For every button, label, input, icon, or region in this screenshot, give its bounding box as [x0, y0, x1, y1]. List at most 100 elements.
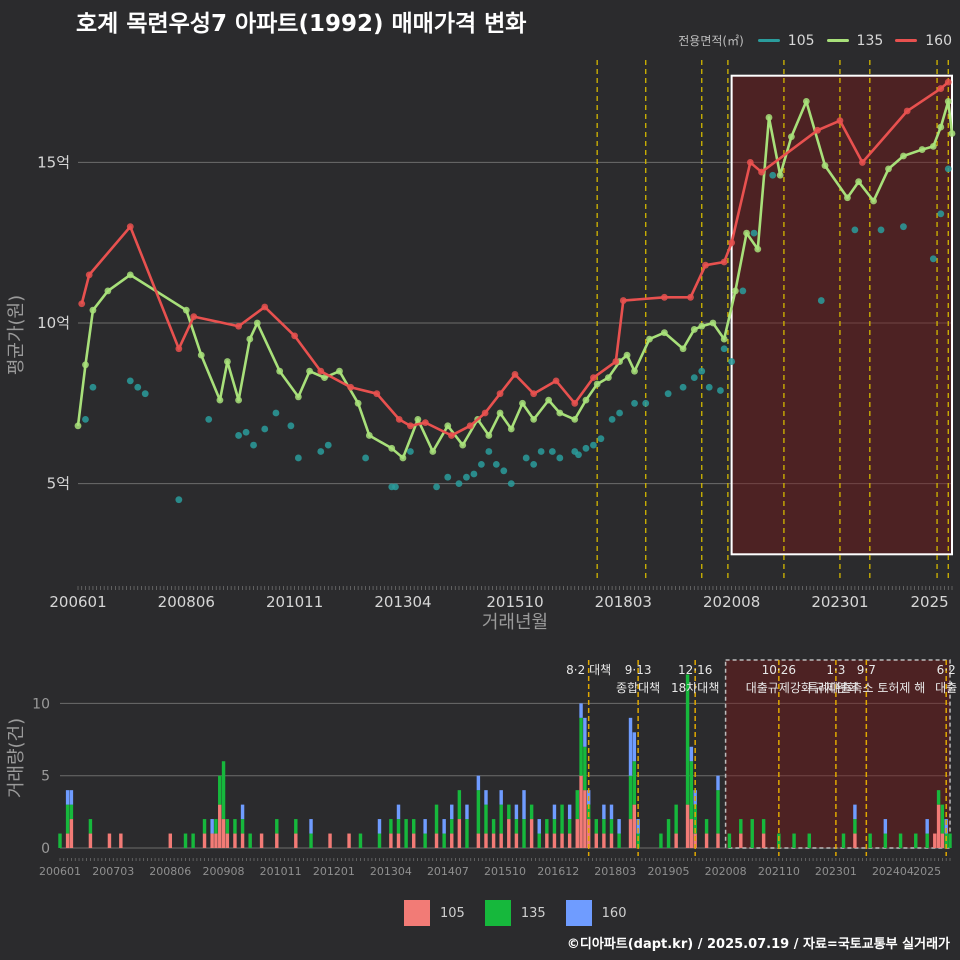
bar-legend-item-105: 105	[404, 900, 465, 926]
volume-bar-135	[58, 833, 62, 848]
volume-bar-135	[853, 819, 857, 834]
data-point-160	[126, 223, 134, 231]
volume-bar-105	[583, 790, 587, 848]
annotation-label: 8·2 대책	[566, 662, 611, 677]
volume-bar-135	[666, 819, 671, 848]
data-point-160	[347, 383, 355, 391]
annotation-sublabel: 18차대책	[671, 680, 719, 695]
data-point-160	[552, 377, 560, 385]
data-point-105	[698, 367, 706, 375]
volume-bar-105	[450, 833, 454, 848]
legend-swatch-160	[895, 39, 918, 42]
data-point-135	[929, 142, 937, 150]
volume-bar-105	[412, 833, 416, 848]
data-point-105	[485, 448, 493, 455]
volume-bar-105	[69, 819, 74, 848]
bar-legend-label-105: 105	[440, 905, 465, 921]
volume-bar-135	[545, 819, 549, 834]
data-point-135	[388, 444, 396, 452]
volume-bar-160	[476, 775, 481, 791]
data-point-105	[548, 448, 556, 455]
data-point-160	[78, 300, 86, 308]
data-point-105	[433, 483, 440, 491]
volume-bar-105	[552, 833, 557, 848]
data-point-135	[519, 399, 526, 407]
bar-x-tick-label: 201304	[370, 865, 412, 878]
data-point-135	[646, 335, 653, 343]
source-caption: ©디아파트(dapt.kr) / 2025.07.19 / 자료=국토교통부 실…	[566, 937, 950, 952]
data-point-105	[556, 454, 564, 462]
y-tick-label: 15억	[37, 153, 70, 171]
volume-bar-160	[210, 819, 214, 834]
volume-bar-160	[377, 819, 382, 834]
annotation-sublabel: 대출	[935, 681, 957, 695]
legend-label-160: 160	[925, 32, 952, 49]
data-point-105	[134, 383, 142, 391]
bar-y-tick-label: 5	[41, 769, 50, 785]
data-point-105	[507, 480, 515, 488]
volume-bar-135	[423, 833, 427, 848]
data-point-105	[582, 444, 590, 452]
data-point-160	[511, 371, 519, 378]
volume-bar-135	[434, 804, 439, 834]
data-point-160	[720, 258, 728, 266]
data-point-135	[399, 454, 407, 462]
volume-bar-105	[514, 833, 519, 848]
data-point-160	[317, 367, 325, 375]
bar-x-tick-label: 202404	[872, 865, 914, 878]
data-point-105	[287, 422, 295, 430]
data-point-135	[631, 367, 638, 375]
volume-bar-105	[389, 833, 393, 848]
y-tick-label: 10억	[37, 314, 70, 332]
volume-bar-105	[457, 819, 462, 848]
volume-bar-105	[233, 833, 237, 848]
bar-y-tick-label: 0	[41, 841, 50, 857]
data-point-105	[720, 345, 728, 353]
volume-bar-105	[218, 804, 222, 848]
data-point-105	[769, 171, 777, 179]
volume-bar-135	[476, 790, 481, 834]
volume-bar-135	[583, 746, 587, 791]
y-axis-title: 평균가(원)	[6, 295, 27, 375]
volume-bar-160	[628, 717, 633, 776]
data-point-105	[205, 415, 213, 423]
data-point-160	[728, 239, 736, 247]
data-point-160	[571, 399, 579, 407]
data-point-135	[593, 380, 601, 388]
annotation-label: 1·3	[826, 663, 845, 677]
bar-legend-swatch-160	[565, 900, 592, 926]
line-legend-title: 전용면적(㎡)	[678, 34, 744, 48]
data-point-135	[571, 415, 579, 423]
data-point-135	[182, 306, 190, 314]
volume-bar-135	[233, 819, 237, 834]
data-point-135	[459, 441, 467, 449]
data-point-135	[235, 396, 243, 404]
volume-bar-160	[442, 819, 446, 834]
volume-bar-160	[925, 819, 929, 834]
bar-x-tick-label: 202110	[758, 865, 800, 878]
volume-bar-135	[750, 819, 754, 848]
data-point-105	[294, 454, 302, 462]
volume-bar-105	[491, 833, 496, 848]
data-point-105	[235, 432, 243, 439]
bar-y-tick-label: 10	[32, 696, 50, 712]
data-point-105	[470, 470, 478, 478]
data-point-160	[590, 374, 597, 382]
volume-bar-105	[689, 819, 694, 848]
data-point-105	[537, 448, 545, 455]
volume-bar-160	[522, 790, 526, 820]
data-point-160	[496, 390, 504, 398]
volume-bar-135	[507, 804, 511, 820]
data-point-160	[235, 322, 243, 330]
volume-bar-135	[275, 819, 279, 834]
data-point-135	[731, 287, 739, 295]
data-point-105	[705, 383, 713, 391]
bar-x-tick-label: 2025	[913, 865, 941, 878]
bar-legend-item-135: 135	[484, 900, 546, 926]
volume-bar-105	[347, 833, 351, 848]
data-point-105	[929, 255, 937, 263]
data-point-135	[336, 367, 343, 375]
data-point-135	[444, 422, 452, 430]
volume-bar-105	[259, 833, 264, 848]
data-point-105	[750, 229, 758, 237]
